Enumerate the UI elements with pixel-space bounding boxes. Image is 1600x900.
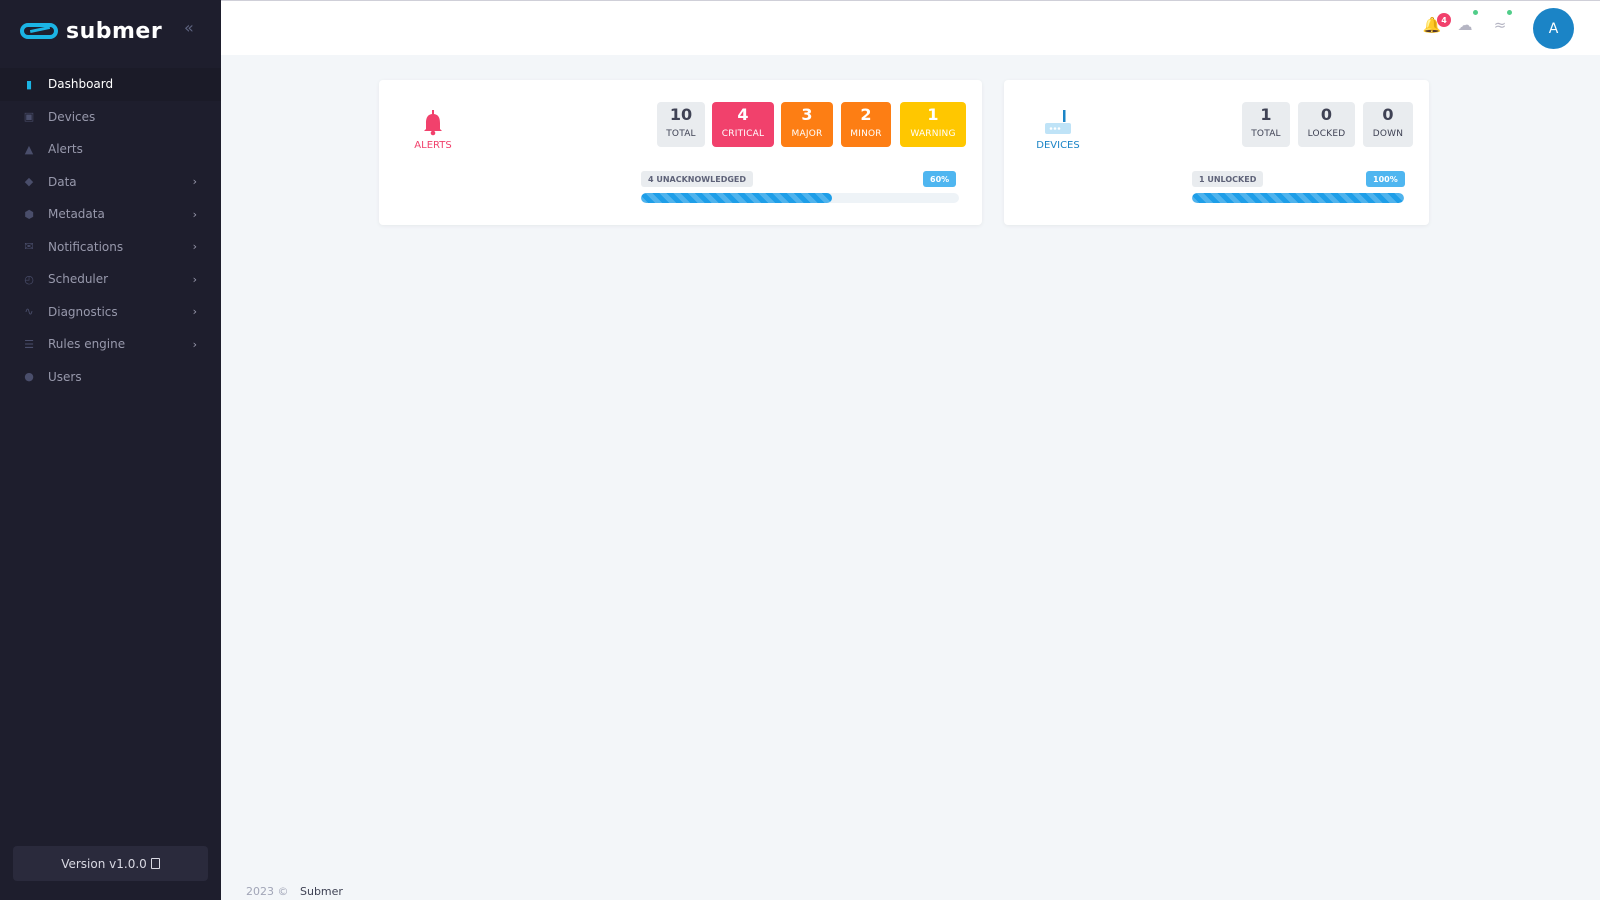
devices-down-stat[interactable]: 0 DOWN xyxy=(1363,102,1413,147)
wifi-status-dot xyxy=(1507,10,1512,15)
stat-value: 1 xyxy=(927,105,939,124)
sidebar-item-label: Data xyxy=(48,174,77,189)
devices-summary-card: DEVICES 1 TOTAL 0 LOCKED 0 DOWN 1 UNLOCK… xyxy=(1004,80,1429,225)
avatar[interactable]: A xyxy=(1533,8,1574,49)
stat-label: MAJOR xyxy=(791,129,823,139)
devices-locked-stat[interactable]: 0 LOCKED xyxy=(1298,102,1355,147)
sidebar-item-label: Devices xyxy=(48,109,96,124)
sidebar-item-label: Dashboard xyxy=(48,77,114,92)
chevron-right-icon: › xyxy=(192,337,197,351)
cloud-status-icon[interactable]: ☁ xyxy=(1454,16,1476,38)
stat-value: 0 xyxy=(1382,105,1394,124)
stat-value: 3 xyxy=(801,105,813,124)
unlocked-label: 1 UNLOCKED xyxy=(1192,171,1264,187)
chevron-right-icon: › xyxy=(192,272,197,286)
devices-icon: ▣ xyxy=(23,110,35,124)
sidebar-item-label: Alerts xyxy=(48,142,83,157)
stat-label: TOTAL xyxy=(1251,129,1281,139)
sidebar-item-label: Diagnostics xyxy=(48,304,118,319)
sidebar-item-devices[interactable]: ▣ Devices xyxy=(0,101,221,134)
document-icon xyxy=(150,858,160,869)
dashboard-icon: ▮ xyxy=(25,77,33,91)
stat-label: LOCKED xyxy=(1307,129,1346,139)
alerts-critical-stat[interactable]: 4 CRITICAL xyxy=(712,102,774,147)
sidebar-item-alerts[interactable]: ▲ Alerts xyxy=(0,133,221,166)
sidebar: submer « ▮ Dashboard ▣ Devices ▲ Alerts … xyxy=(0,0,221,900)
unacknowledged-percent-badge: 60% xyxy=(923,171,957,187)
footer-company-link[interactable]: Submer xyxy=(300,885,343,898)
sidebar-item-metadata[interactable]: ⬢ Metadata › xyxy=(0,198,221,231)
stat-label: WARNING xyxy=(910,129,956,139)
sidebar-nav: ▮ Dashboard ▣ Devices ▲ Alerts ◆ Data › … xyxy=(0,68,221,393)
alerts-progress-track xyxy=(641,193,959,203)
sidebar-item-label: Notifications xyxy=(48,239,124,254)
alerts-progress-fill xyxy=(641,193,832,203)
sidebar-item-dashboard[interactable]: ▮ Dashboard xyxy=(0,68,221,101)
submer-logo-icon xyxy=(20,23,58,39)
sidebar-item-label: Scheduler xyxy=(48,272,109,287)
cloud-status-dot xyxy=(1473,10,1478,15)
stat-label: DOWN xyxy=(1372,129,1404,139)
devices-card-header[interactable]: DEVICES xyxy=(1028,106,1088,151)
brand-name: submer xyxy=(66,18,163,44)
list-icon: ☰ xyxy=(24,337,34,351)
notification-count-badge: 4 xyxy=(1437,13,1451,27)
chevron-right-icon: › xyxy=(192,240,197,254)
devices-progress-fill xyxy=(1192,193,1404,203)
footer-year: 2023 © xyxy=(246,885,289,898)
top-header: 🔔 4 ☁ ≈ A xyxy=(221,0,1600,55)
stat-value: 10 xyxy=(669,105,693,124)
stat-label: MINOR xyxy=(850,129,882,139)
devices-total-stat[interactable]: 1 TOTAL xyxy=(1242,102,1290,147)
sidebar-item-label: Metadata xyxy=(48,207,105,222)
alerts-warning-stat[interactable]: 1 WARNING xyxy=(900,102,966,147)
clock-icon: ◴ xyxy=(24,272,34,286)
wifi-status-icon[interactable]: ≈ xyxy=(1489,16,1511,38)
version-label: Version v1.0.0 xyxy=(61,856,147,871)
version-button[interactable]: Version v1.0.0 xyxy=(13,846,208,881)
stat-value: 0 xyxy=(1320,105,1333,124)
brand-logo[interactable]: submer xyxy=(20,15,162,47)
alerts-summary-card: ALERTS 10 TOTAL 4 CRITICAL 3 MAJOR 2 MIN… xyxy=(379,80,982,225)
stat-value: 1 xyxy=(1260,105,1272,124)
collapse-sidebar-icon[interactable]: « xyxy=(184,18,194,37)
stat-label: CRITICAL xyxy=(721,129,765,139)
sidebar-item-notifications[interactable]: ✉ Notifications › xyxy=(0,231,221,264)
pulse-icon: ∿ xyxy=(24,305,34,319)
stat-value: 4 xyxy=(737,105,749,124)
sidebar-item-scheduler[interactable]: ◴ Scheduler › xyxy=(0,263,221,296)
stat-label: TOTAL xyxy=(666,129,696,139)
cube-icon: ⬢ xyxy=(24,207,34,221)
user-icon: ● xyxy=(24,370,34,384)
alerts-major-stat[interactable]: 3 MAJOR xyxy=(781,102,833,147)
alerts-card-label: ALERTS xyxy=(414,140,452,151)
alerts-total-stat[interactable]: 10 TOTAL xyxy=(657,102,705,147)
layers-icon: ◆ xyxy=(24,175,34,189)
devices-card-label: DEVICES xyxy=(1036,140,1080,151)
chevron-right-icon: › xyxy=(192,207,197,221)
unacknowledged-label: 4 UNACKNOWLEDGED xyxy=(641,171,753,187)
sidebar-item-label: Users xyxy=(48,369,82,384)
chevron-right-icon: › xyxy=(192,175,197,189)
sidebar-item-data[interactable]: ◆ Data › xyxy=(0,166,221,199)
alerts-card-header[interactable]: ALERTS xyxy=(403,106,463,151)
stat-value: 2 xyxy=(860,105,872,124)
unlocked-percent-badge: 100% xyxy=(1366,171,1405,187)
sidebar-item-rules-engine[interactable]: ☰ Rules engine › xyxy=(0,328,221,361)
devices-progress-track xyxy=(1192,193,1404,203)
chevron-right-icon: › xyxy=(192,305,197,319)
bell-icon: ▲ xyxy=(24,142,34,156)
sidebar-item-diagnostics[interactable]: ∿ Diagnostics › xyxy=(0,296,221,329)
footer: 2023 © Submer xyxy=(246,885,343,898)
alert-bell-icon xyxy=(424,110,442,136)
router-icon xyxy=(1045,110,1071,134)
alerts-minor-stat[interactable]: 2 MINOR xyxy=(841,102,891,147)
sidebar-item-users[interactable]: ● Users xyxy=(0,361,221,394)
envelope-icon: ✉ xyxy=(24,240,34,254)
sidebar-item-label: Rules engine xyxy=(48,337,126,352)
